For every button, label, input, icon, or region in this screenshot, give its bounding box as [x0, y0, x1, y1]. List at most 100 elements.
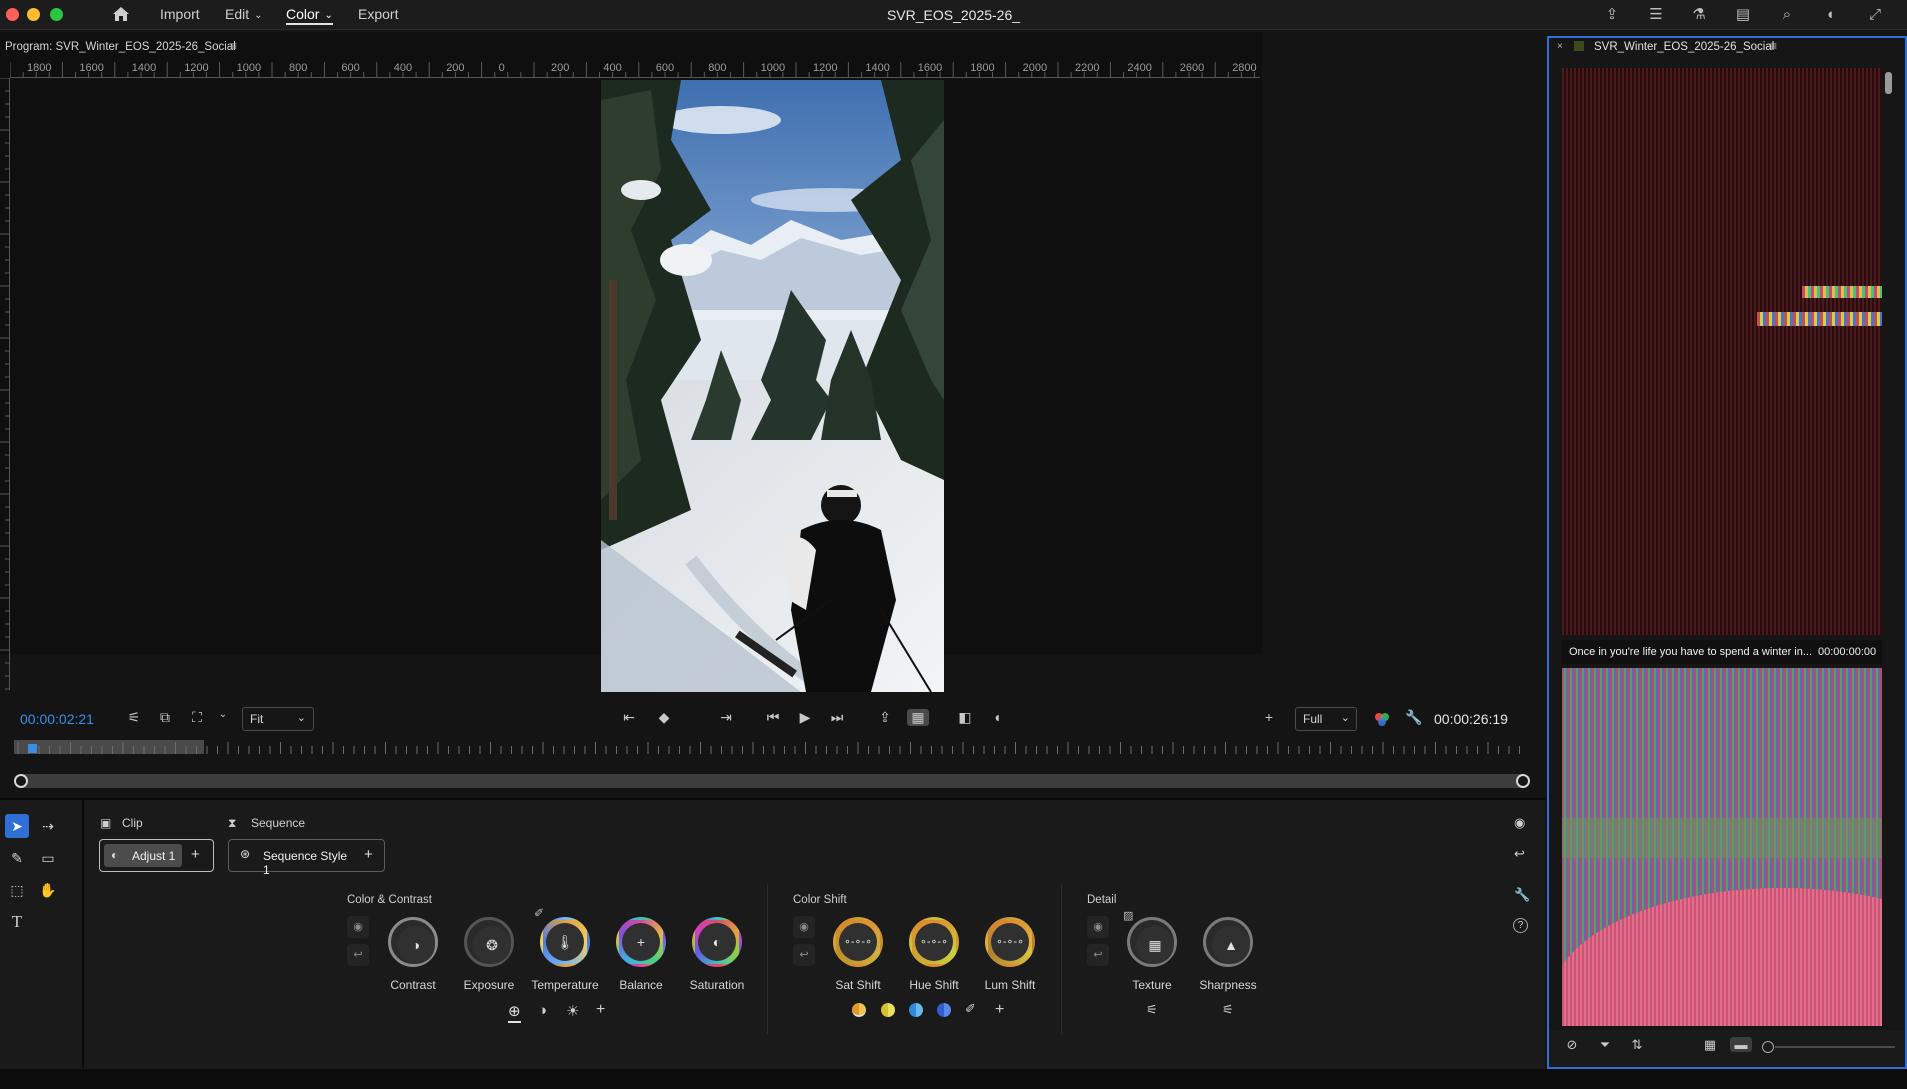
fullscreen-icon[interactable]: ⤢	[1864, 5, 1886, 25]
lum-shift-knob[interactable]: ∘-∘-∘	[985, 917, 1035, 967]
ruler-label: 2000	[1022, 62, 1048, 74]
add-button-icon[interactable]: +	[1258, 709, 1280, 725]
color-channels-icon[interactable]	[1374, 711, 1390, 727]
adjust-layer-chip[interactable]: ◐ Adjust 1	[104, 844, 182, 867]
undo-icon[interactable]: ↩	[347, 944, 369, 966]
wrench-icon[interactable]: 🔧	[1403, 709, 1425, 726]
go-to-in-icon[interactable]: ⏮	[762, 709, 784, 726]
eye-icon[interactable]: ◉	[1514, 815, 1525, 831]
safe-margins-icon[interactable]: ⛶	[186, 709, 208, 726]
undo-icon[interactable]: ↩	[793, 944, 815, 966]
undo-icon[interactable]: ↩	[1514, 846, 1525, 862]
mark-out-icon[interactable]: ⇥	[715, 709, 737, 726]
play-icon[interactable]: ▶	[794, 709, 816, 726]
style-icon: ⊛	[240, 847, 251, 861]
zoom-slider-handle[interactable]	[1762, 1041, 1774, 1053]
rectangle-tool-icon[interactable]: ▭	[36, 846, 60, 870]
settings-sliders-icon[interactable]: ⚟	[123, 709, 145, 726]
clip-thumbnail[interactable]	[1562, 68, 1882, 635]
highlights-icon[interactable]: ☀	[566, 1002, 579, 1020]
hide-icon[interactable]: ⊘	[1561, 1037, 1583, 1053]
orange-swatch[interactable]	[852, 1003, 866, 1017]
help-icon[interactable]: ?	[1513, 918, 1528, 933]
tab-sequence[interactable]: Sequence	[251, 816, 305, 830]
blue-swatch[interactable]	[937, 1003, 951, 1017]
sat-shift-knob[interactable]: ∘-∘-∘	[833, 917, 883, 967]
sharpness-knob[interactable]: ▲	[1203, 917, 1253, 967]
sharpness-settings-icon[interactable]: ⚟	[1222, 1002, 1234, 1018]
vertical-ruler	[0, 77, 10, 690]
clip-thumbnail[interactable]	[1562, 668, 1882, 1026]
eyedropper-icon[interactable]: ✐	[534, 906, 544, 920]
comparison-view-icon[interactable]: ▦	[907, 709, 929, 726]
adjust-chip-group: ◐ Adjust 1 +	[99, 839, 214, 872]
sharpness-icon: ▲	[1212, 926, 1250, 964]
type-tool-icon[interactable]: T	[5, 910, 29, 934]
zoom-scroll-bar[interactable]	[14, 774, 1530, 788]
wrench-icon[interactable]: 🔧	[1514, 887, 1530, 903]
texture-knob[interactable]: ▦	[1127, 917, 1177, 967]
globe-icon[interactable]: ⊕	[508, 1002, 521, 1023]
sort-icon[interactable]: ⇅	[1626, 1037, 1648, 1053]
eye-icon[interactable]: ◉	[1087, 916, 1109, 938]
shadows-icon[interactable]: ◑	[538, 1002, 547, 1019]
panel-menu-icon[interactable]: ≡	[230, 39, 237, 53]
speaker-icon[interactable]: ◖	[986, 709, 1008, 725]
panel-menu-icon[interactable]: ≡	[1770, 39, 1777, 53]
zoom-start-handle[interactable]	[14, 774, 28, 788]
add-style-icon[interactable]: +	[364, 846, 373, 863]
yellow-swatch[interactable]	[881, 1003, 895, 1017]
duration-timecode: 00:00:26:19	[1434, 711, 1508, 727]
queue-icon[interactable]: ☰	[1645, 5, 1667, 25]
close-panel-icon[interactable]: ×	[1557, 41, 1563, 52]
sequence-style-chip[interactable]: ⊛ Sequence Style 1	[233, 844, 351, 877]
add-color-icon[interactable]: +	[995, 1001, 1004, 1019]
eye-icon[interactable]: ◉	[793, 916, 815, 938]
multicam-icon[interactable]: ◧	[954, 709, 976, 726]
transform-tool-icon[interactable]: ⬚	[5, 878, 29, 902]
comments-icon[interactable]: ▤	[1732, 5, 1754, 25]
share-icon[interactable]: ⇪	[1601, 5, 1623, 25]
ruler-label: 400	[603, 62, 622, 74]
timeline-scrubber[interactable]	[14, 740, 1530, 756]
contrast-knob[interactable]: ◑	[388, 917, 438, 967]
go-to-out-icon[interactable]: ⏭	[826, 709, 848, 726]
filter-icon[interactable]: ⏷	[1594, 1037, 1616, 1053]
quality-dropdown[interactable]: Full ⌄	[1295, 707, 1357, 731]
eye-icon[interactable]: ◉	[347, 916, 369, 938]
hand-tool-icon[interactable]: ✋	[36, 878, 60, 902]
grid-view-icon[interactable]: ▦	[1699, 1037, 1721, 1053]
add-range-icon[interactable]: +	[596, 1001, 605, 1019]
undo-icon[interactable]: ↩	[1087, 944, 1109, 966]
pen-tool-icon[interactable]: ✎	[5, 846, 29, 870]
mark-in-icon[interactable]: ⇤	[618, 709, 640, 726]
saturation-knob[interactable]: ◐	[692, 917, 742, 967]
scrollbar-thumb[interactable]	[1885, 72, 1892, 94]
ruler-label: 2400	[1127, 62, 1152, 74]
add-marker-icon[interactable]: ◆	[653, 709, 675, 726]
adjust-layer-icon: ◐	[111, 848, 119, 862]
beta-flask-icon[interactable]: ⚗	[1688, 5, 1710, 25]
selection-tool-icon[interactable]: ➤	[5, 814, 29, 838]
balance-knob[interactable]: +	[616, 917, 666, 967]
chevron-down-icon[interactable]: ⌄	[212, 709, 234, 720]
current-timecode[interactable]: 00:00:02:21	[20, 711, 94, 727]
search-icon[interactable]: ⌕	[1776, 5, 1798, 25]
tab-clip[interactable]: Clip	[122, 816, 143, 830]
add-layer-icon[interactable]: +	[191, 846, 200, 863]
zoom-slider-track[interactable]	[1775, 1046, 1895, 1048]
texture-settings-icon[interactable]: ⚟	[1146, 1002, 1158, 1018]
hue-shift-knob[interactable]: ∘-∘-∘	[909, 917, 959, 967]
export-frame-icon[interactable]: ⇪	[874, 709, 896, 726]
temperature-knob[interactable]: 🌡	[540, 917, 590, 967]
color-shift-label: Color Shift	[793, 894, 847, 906]
volume-icon[interactable]: ◖	[1819, 5, 1841, 25]
eyedropper-icon[interactable]: ✐	[965, 1001, 976, 1017]
freeform-view-icon[interactable]: ▬	[1730, 1037, 1752, 1052]
track-select-tool-icon[interactable]: ⇢	[36, 814, 60, 838]
fit-dropdown[interactable]: Fit ⌄	[242, 707, 314, 731]
exposure-knob[interactable]: ❂	[464, 917, 514, 967]
cyan-swatch[interactable]	[909, 1003, 923, 1017]
zoom-end-handle[interactable]	[1516, 774, 1530, 788]
overlay-icon[interactable]: ⧉	[154, 709, 176, 726]
